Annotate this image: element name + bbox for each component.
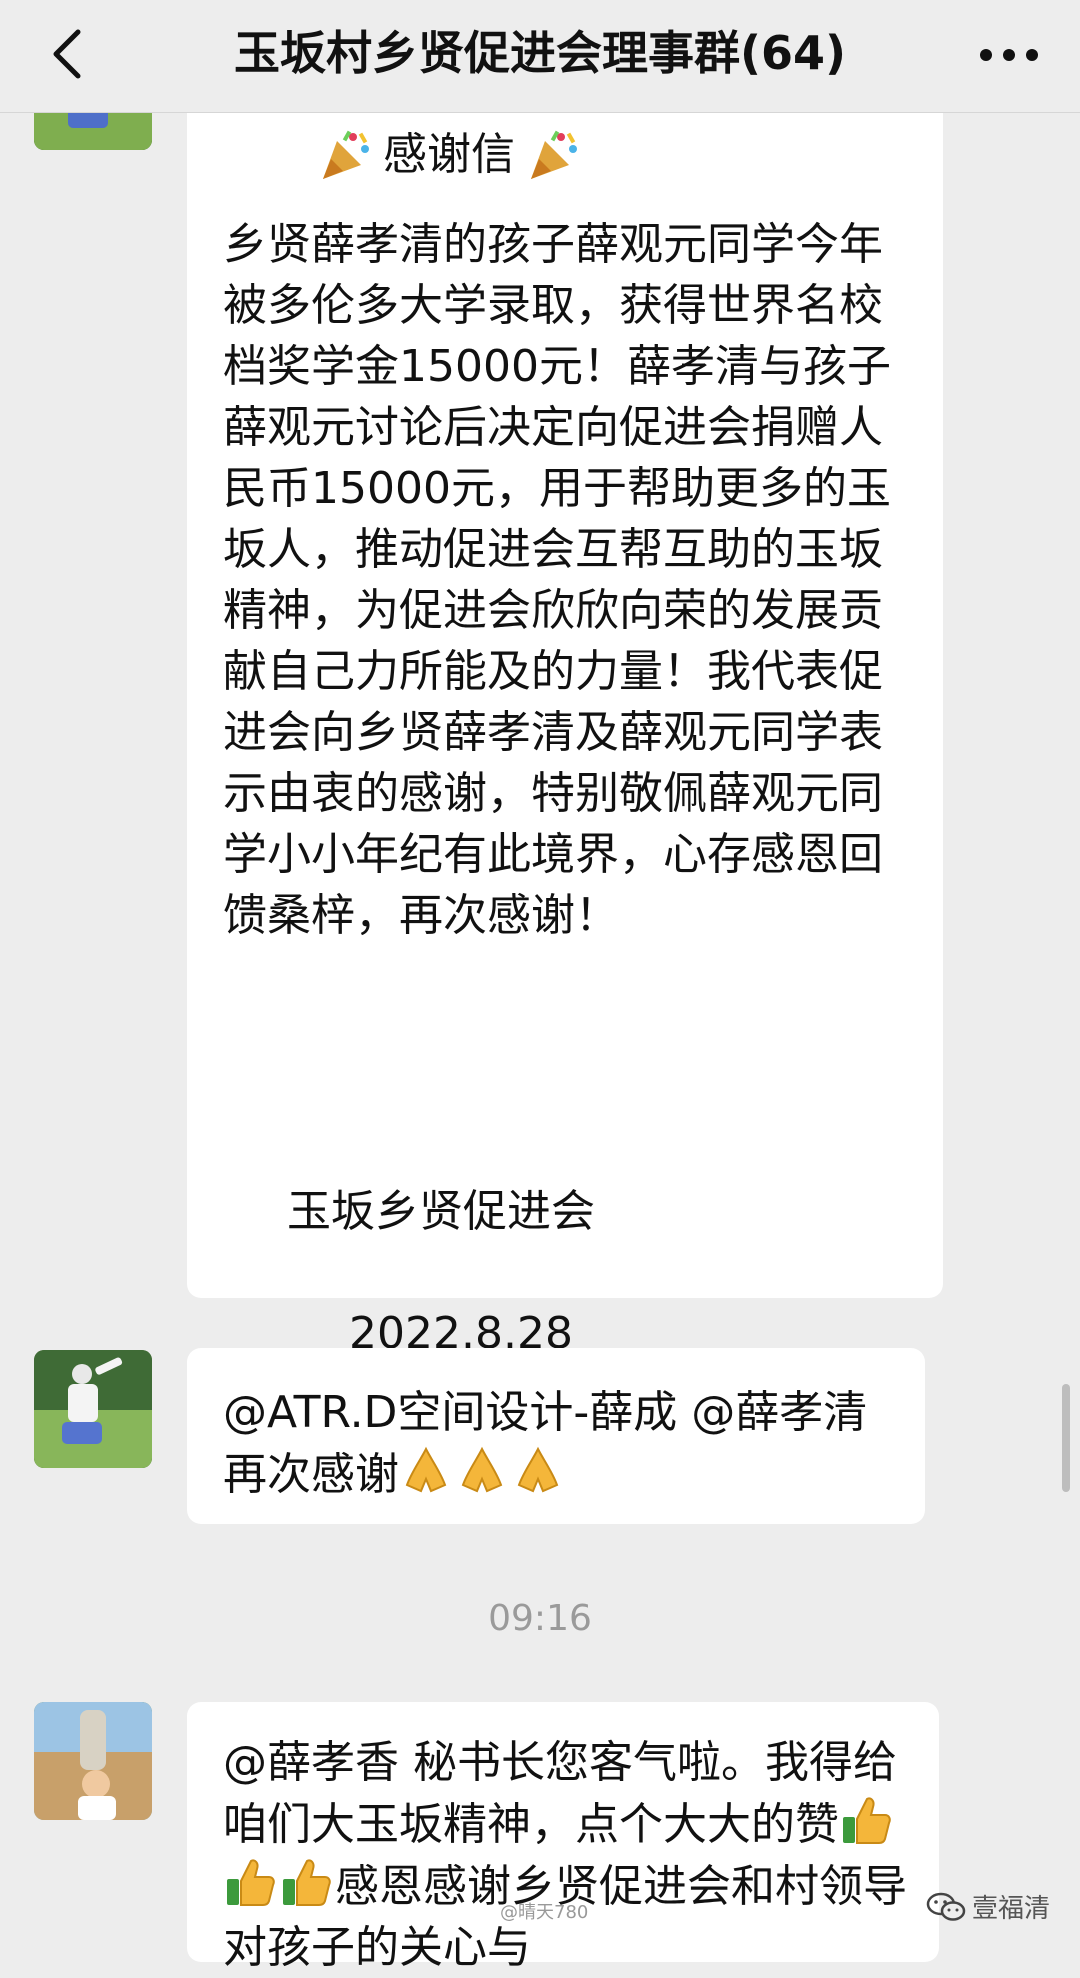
letter-title: 感谢信: [383, 129, 515, 180]
wechat-icon: [926, 1892, 966, 1921]
message-bubble[interactable]: @ATR.D空间设计-薛成 @薛孝清 再次感谢: [187, 1348, 925, 1524]
scrollbar[interactable]: [1062, 1384, 1070, 1492]
avatar[interactable]: [34, 1350, 152, 1468]
thumbs-up-icon: [223, 1855, 277, 1909]
avatar-person-image: [34, 1702, 152, 1820]
message-bubble-letter[interactable]: 感谢信 乡贤薛孝清的孩子薛观元同学今年被多伦多大学录取，获得世界名校档奖学金15…: [187, 96, 943, 1359]
folded-hands-icon: [511, 1443, 565, 1497]
avatar-golfer-image: [34, 1350, 152, 1468]
folded-hands-icon: [399, 1443, 453, 1497]
letter-heading: 感谢信: [317, 122, 581, 188]
party-popper-icon: [317, 127, 373, 183]
thumbs-up-icon: [839, 1793, 893, 1847]
watermark-small: @晴天780: [500, 1902, 589, 1923]
message-timestamp: 09:16: [488, 1598, 592, 1639]
watermark: 壹福清: [926, 1888, 1050, 1925]
folded-hands-icon: [455, 1443, 509, 1497]
letter-signature: 玉坂乡贤促进会: [287, 1186, 595, 1237]
chat-header: 玉坂村乡贤促进会理事群(64): [0, 0, 1080, 113]
more-dots-icon: [980, 49, 1038, 61]
more-button[interactable]: [974, 30, 1044, 80]
chat-title: 玉坂村乡贤促进会理事群(64): [233, 26, 847, 80]
message-text: @ATR.D空间设计-薛成 @薛孝清 再次感谢: [223, 1387, 882, 1500]
watermark-label: 壹福清: [971, 1894, 1050, 1924]
thumbs-up-icon: [279, 1855, 333, 1909]
party-popper-icon: [525, 127, 581, 183]
message-text: @薛孝香 秘书长您客气啦。我得给咱们大玉坂精神，点个大大的赞感恩感谢乡贤促进会和…: [223, 1737, 907, 1973]
letter-body: 乡贤薛孝清的孩子薛观元同学今年被多伦多大学录取，获得世界名校档奖学金15000元…: [223, 219, 891, 941]
avatar[interactable]: [34, 1702, 152, 1820]
